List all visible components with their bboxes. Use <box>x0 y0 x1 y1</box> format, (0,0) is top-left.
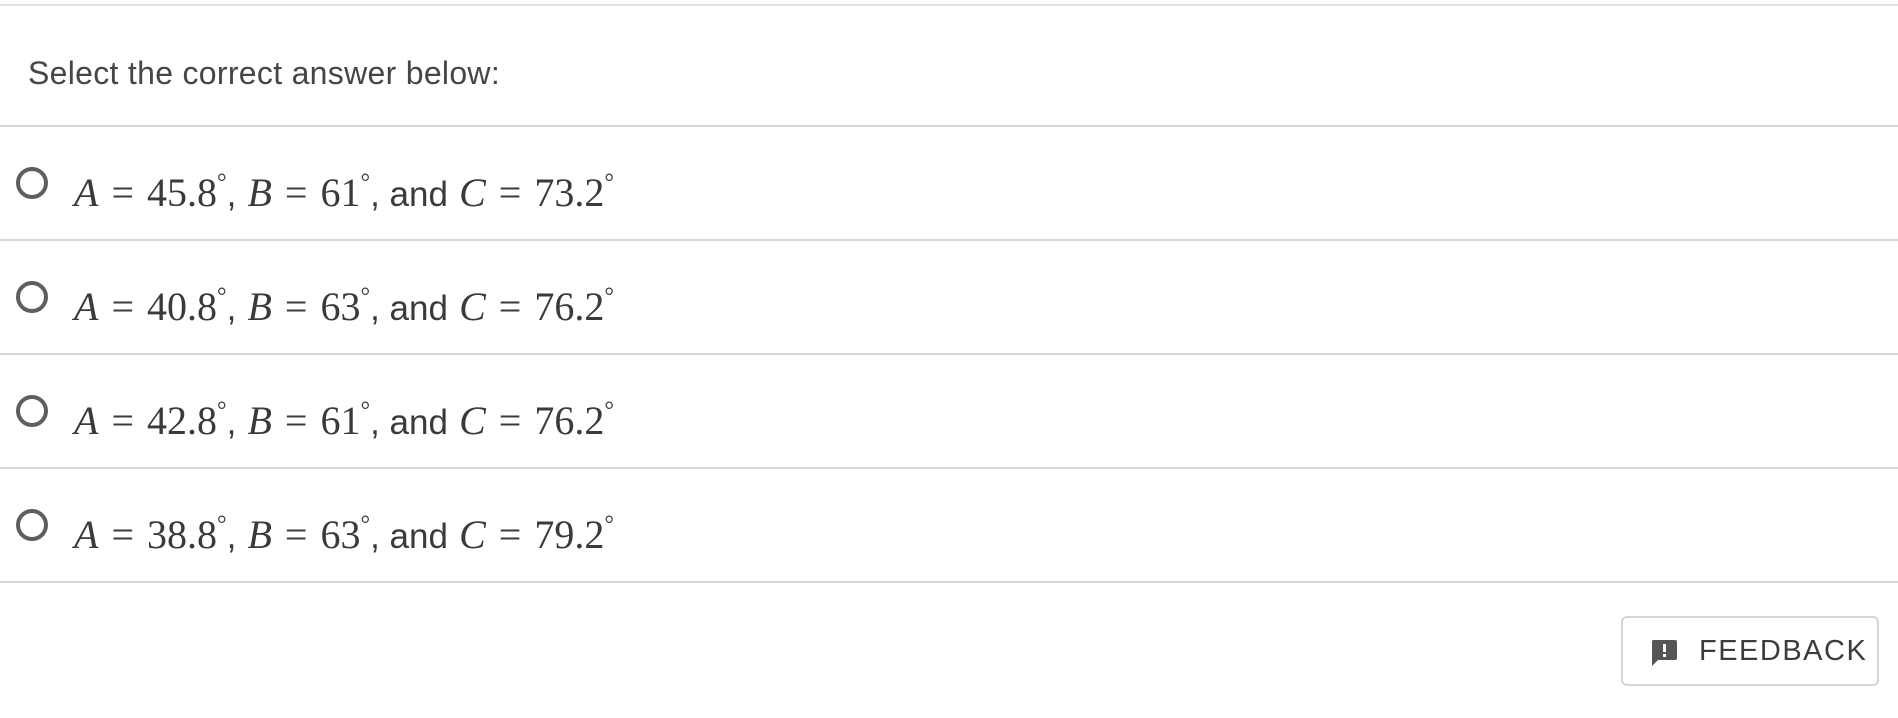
radio-button[interactable] <box>16 395 48 427</box>
question-prompt: Select the correct answer below: <box>28 55 501 91</box>
answer-label[interactable]: A = 45.8°, B = 61°, and C = 73.2° <box>74 157 614 215</box>
answer-option-1[interactable]: A = 45.8°, B = 61°, and C = 73.2° <box>0 127 1898 241</box>
answer-options: A = 45.8°, B = 61°, and C = 73.2° A = 40.8°, B = 6… <box>0 125 1898 583</box>
answer-label[interactable]: A = 42.8°, B = 61°, and C = 76.2° <box>74 385 614 443</box>
answer-option-2[interactable]: A = 40.8°, B = 63°, and C = 76.2° <box>0 241 1898 355</box>
answer-label[interactable]: A = 38.8°, B = 63°, and C = 79.2° <box>74 499 614 557</box>
feedback-label: FEEDBACK <box>1699 635 1868 667</box>
answer-option-4[interactable]: A = 38.8°, B = 63°, and C = 79.2° <box>0 469 1898 583</box>
answer-label[interactable]: A = 40.8°, B = 63°, and C = 76.2° <box>74 271 614 329</box>
radio-button[interactable] <box>16 281 48 313</box>
feedback-button[interactable]: FEEDBACK <box>1621 616 1879 686</box>
radio-button[interactable] <box>16 167 48 199</box>
feedback-icon <box>1649 638 1679 668</box>
radio-button[interactable] <box>16 509 48 541</box>
answer-option-3[interactable]: A = 42.8°, B = 61°, and C = 76.2° <box>0 355 1898 469</box>
top-divider <box>0 4 1898 6</box>
